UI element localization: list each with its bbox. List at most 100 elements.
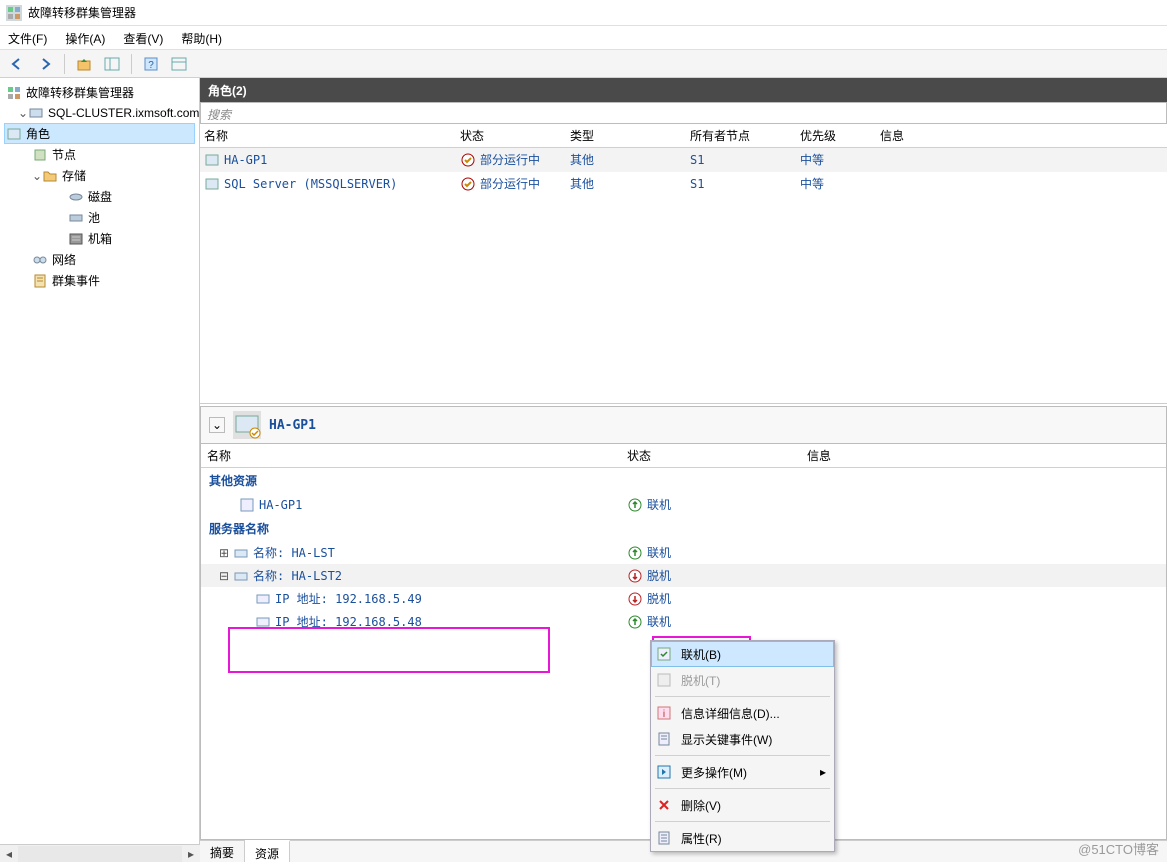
tree-root[interactable]: 故障转移群集管理器 (4, 82, 195, 103)
role-owner: S1 (690, 175, 800, 192)
scroll-track[interactable] (18, 846, 182, 862)
resource-name: IP 地址: 192.168.5.48 (275, 613, 422, 630)
resource-row[interactable]: ⊞ 名称: HA-LST 联机 (201, 541, 1166, 564)
app-icon (6, 5, 22, 21)
role-priority: 中等 (800, 175, 880, 192)
arrow-right-square-icon (655, 763, 673, 781)
ctx-properties[interactable]: 属性(R) (651, 825, 834, 851)
resource-row[interactable]: ⊟ 名称: HA-LST2 脱机 (201, 564, 1166, 587)
context-menu: 联机(B) 脱机(T) i 信息详细信息(D)... 显示关键事件(W) 更多操… (650, 640, 835, 852)
tree-networks[interactable]: 网络 (4, 249, 195, 270)
offline-icon (655, 671, 673, 689)
tree-pools[interactable]: 池 (4, 207, 195, 228)
role-type: 其他 (570, 175, 690, 192)
resource-row[interactable]: HA-GP1 联机 (201, 493, 1166, 516)
tree-nodes-label: 节点 (52, 146, 76, 163)
minus-expander-icon[interactable]: ⊟ (219, 569, 229, 583)
up-button[interactable] (73, 53, 95, 75)
role-row[interactable]: SQL Server (MSSQLSERVER) 部分运行中 其他 S1 中等 (200, 172, 1167, 196)
ctx-show-critical[interactable]: 显示关键事件(W) (651, 726, 834, 752)
tab-resources[interactable]: 资源 (245, 840, 290, 862)
role-row[interactable]: HA-GP1 部分运行中 其他 S1 中等 (200, 148, 1167, 172)
col-priority[interactable]: 优先级 (800, 127, 880, 144)
ctx-separator (655, 821, 830, 822)
tree-horizontal-scrollbar[interactable]: ◂ ▸ (0, 844, 200, 862)
panel-button[interactable] (168, 53, 190, 75)
cluster-manager-icon (6, 85, 22, 101)
dcol-info[interactable]: 信息 (807, 447, 1160, 464)
enclosure-icon (68, 231, 84, 247)
warning-icon (460, 176, 476, 192)
resource-name: HA-GP1 (259, 498, 302, 512)
properties-icon (655, 829, 673, 847)
search-input[interactable]: 搜索 (200, 102, 1167, 124)
back-button[interactable] (6, 53, 28, 75)
resource-status: 联机 (647, 544, 671, 561)
ctx-more-actions[interactable]: 更多操作(M) ▸ (651, 759, 834, 785)
toolbar-separator (131, 54, 132, 74)
resource-row[interactable]: IP 地址: 192.168.5.49 脱机 (201, 587, 1166, 610)
roles-list: 名称 状态 类型 所有者节点 优先级 信息 HA-GP1 部分运行中 其他 S1 (200, 124, 1167, 404)
ctx-info-details[interactable]: i 信息详细信息(D)... (651, 700, 834, 726)
tree-enclosures[interactable]: 机箱 (4, 228, 195, 249)
group-server-name: 服务器名称 (201, 516, 1166, 541)
twisty-open-icon[interactable]: ⌄ (18, 106, 28, 120)
menu-action[interactable]: 操作(A) (65, 30, 105, 45)
tree-enclosures-label: 机箱 (88, 230, 112, 247)
menu-file[interactable]: 文件(F) (8, 30, 47, 45)
online-icon (627, 545, 643, 561)
role-status: 部分运行中 (480, 175, 540, 192)
show-hide-tree-button[interactable] (101, 53, 123, 75)
tree-nodes[interactable]: 节点 (4, 144, 195, 165)
col-status[interactable]: 状态 (460, 127, 570, 144)
menu-view[interactable]: 查看(V) (123, 30, 163, 45)
toolbar: ? (0, 50, 1167, 78)
resource-name: 名称: HA-LST (253, 544, 335, 561)
roles-column-headers: 名称 状态 类型 所有者节点 优先级 信息 (200, 124, 1167, 148)
dcol-status[interactable]: 状态 (627, 447, 807, 464)
col-owner[interactable]: 所有者节点 (690, 127, 800, 144)
resource-row[interactable]: IP 地址: 192.168.5.48 联机 (201, 610, 1166, 633)
nodes-icon (32, 147, 48, 163)
help-button[interactable]: ? (140, 53, 162, 75)
ctx-separator (655, 755, 830, 756)
tree-root-label: 故障转移群集管理器 (26, 84, 134, 101)
tree-disks[interactable]: 磁盘 (4, 186, 195, 207)
ctx-delete[interactable]: 删除(V) (651, 792, 834, 818)
col-name[interactable]: 名称 (204, 127, 460, 144)
role-type: 其他 (570, 151, 690, 168)
group-other-resources: 其他资源 (201, 468, 1166, 493)
title-bar: 故障转移群集管理器 (0, 0, 1167, 26)
col-type[interactable]: 类型 (570, 127, 690, 144)
tree-roles[interactable]: 角色 (4, 123, 195, 144)
detail-title: HA-GP1 (269, 418, 316, 433)
network-icon (32, 252, 48, 268)
role-name: SQL Server (MSSQLSERVER) (224, 177, 397, 191)
col-info[interactable]: 信息 (880, 127, 1163, 144)
dcol-name[interactable]: 名称 (207, 447, 627, 464)
roles-icon (6, 126, 22, 142)
ctx-label: 删除(V) (681, 797, 721, 814)
ctx-label: 更多操作(M) (681, 764, 747, 781)
role-owner: S1 (690, 151, 800, 168)
forward-button[interactable] (34, 53, 56, 75)
tree-cluster[interactable]: ⌄ SQL-CLUSTER.ixmsoft.com (4, 103, 195, 123)
role-status: 部分运行中 (480, 151, 540, 168)
delete-icon (655, 796, 673, 814)
scroll-left-icon[interactable]: ◂ (0, 846, 18, 862)
warning-icon (460, 152, 476, 168)
offline-icon (627, 568, 643, 584)
tree-cluster-events[interactable]: 群集事件 (4, 270, 195, 291)
offline-icon (627, 591, 643, 607)
tab-summary[interactable]: 摘要 (200, 841, 245, 862)
online-icon (627, 614, 643, 630)
menu-help[interactable]: 帮助(H) (181, 30, 222, 45)
chevron-down-icon[interactable]: ⌄ (209, 417, 225, 433)
events-icon (655, 730, 673, 748)
ctx-online[interactable]: 联机(B) (651, 641, 834, 667)
plus-expander-icon[interactable]: ⊞ (219, 546, 229, 560)
tree-storage[interactable]: ⌄ 存储 (4, 165, 195, 186)
resource-name: IP 地址: 192.168.5.49 (275, 590, 422, 607)
scroll-right-icon[interactable]: ▸ (182, 846, 200, 862)
twisty-open-icon[interactable]: ⌄ (32, 169, 42, 183)
